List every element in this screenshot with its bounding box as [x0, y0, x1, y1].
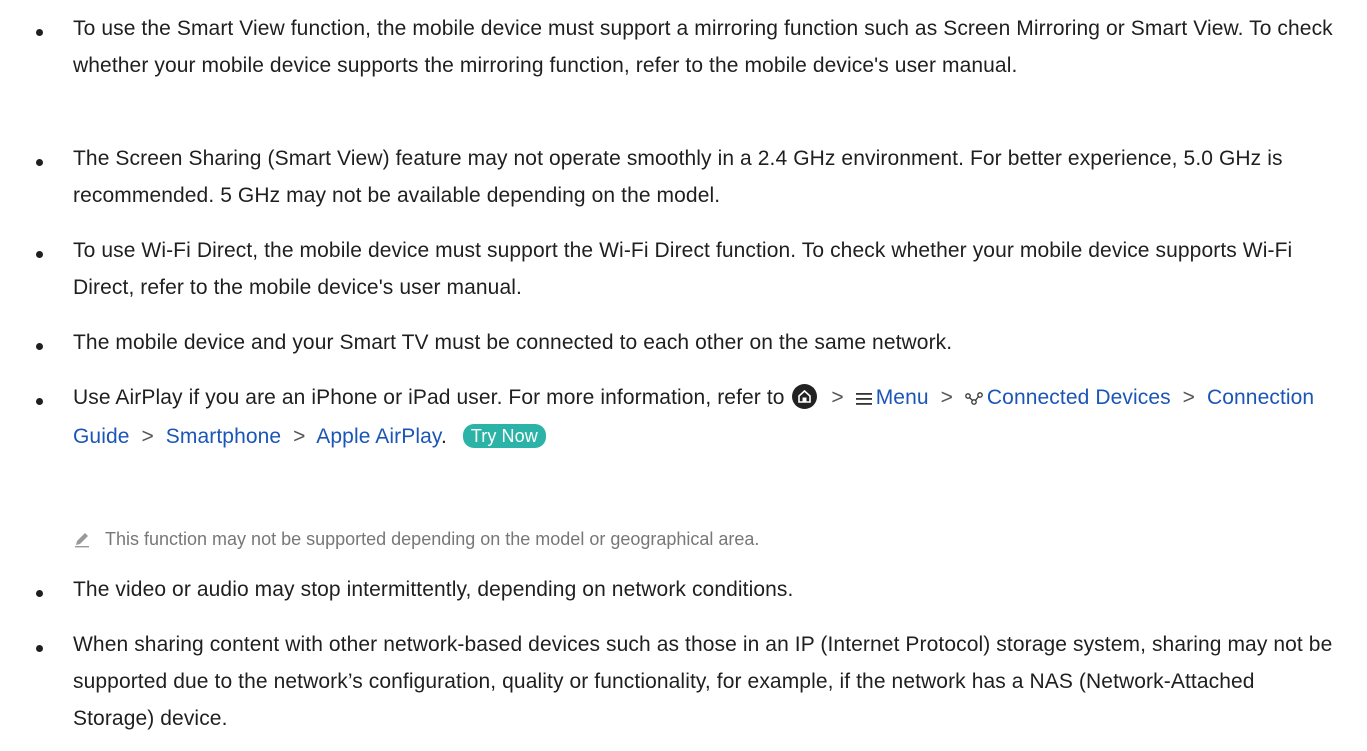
separator: > [293, 425, 306, 448]
item-text: When sharing content with other network-… [73, 633, 1333, 730]
menu-icon [855, 381, 872, 418]
pencil-icon [73, 529, 91, 555]
separator: > [940, 386, 953, 409]
try-now-button[interactable]: Try Now [462, 424, 546, 448]
separator: > [1182, 386, 1196, 409]
period: . [440, 425, 447, 448]
link-smartphone[interactable]: Smartphone [166, 425, 281, 448]
bullet-icon [36, 29, 43, 36]
link-apple-airplay[interactable]: Apple AirPlay [316, 425, 441, 448]
note: This function may not be supported depen… [73, 526, 759, 555]
item-text: To use the Smart View function, the mobi… [73, 17, 1333, 77]
connected-devices-icon [965, 381, 983, 418]
item-text: The mobile device and your Smart TV must… [73, 331, 953, 354]
bullet-icon [36, 251, 43, 258]
home-icon [792, 384, 818, 409]
separator: > [141, 425, 154, 448]
item-text: The video or audio may stop intermittent… [73, 578, 794, 601]
note-text: This function may not be supported depen… [105, 529, 760, 549]
bullet-icon [36, 645, 43, 652]
manual-page: To use the Smart View function, the mobi… [0, 0, 1367, 751]
bullet-icon [36, 159, 43, 166]
item-text: To use Wi-Fi Direct, the mobile device m… [73, 239, 1293, 299]
bullet-icon [36, 343, 43, 350]
item-text: The Screen Sharing (Smart View) feature … [73, 147, 1283, 207]
link-connected-devices[interactable]: Connected Devices [987, 386, 1171, 409]
bullet-icon [36, 398, 43, 405]
bullet-icon [36, 590, 43, 597]
airplay-text: Use AirPlay if you are an iPhone or iPad… [73, 379, 1335, 455]
separator: > [831, 386, 844, 409]
airplay-intro: Use AirPlay if you are an iPhone or iPad… [73, 386, 785, 409]
link-menu[interactable]: Menu [876, 386, 929, 409]
